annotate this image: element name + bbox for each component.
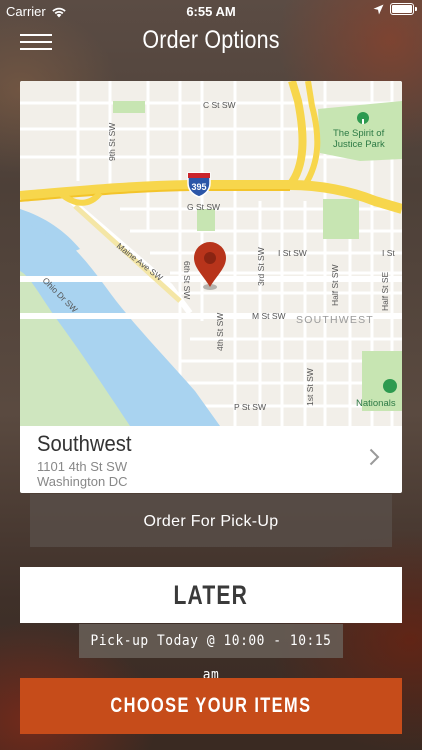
location-card: 395 C St SW G St SW I St SW I St M St SW…	[20, 81, 402, 493]
location-name: Southwest	[37, 431, 132, 456]
map-shield-label: 395	[191, 182, 206, 192]
map-label-half: Half St SW	[330, 264, 340, 306]
status-time: 6:55 AM	[186, 4, 236, 19]
location-address-line1: 1101 4th St SW	[37, 459, 128, 474]
map-label-4th: 4th St SW	[215, 313, 225, 351]
map-label-park: The Spirit of	[333, 128, 385, 139]
battery-icon	[390, 3, 417, 15]
map-label-m-st: M St SW	[252, 311, 286, 321]
nav-bar: Order Options	[0, 22, 422, 62]
map-label-c-st: C St SW	[203, 100, 236, 110]
battery-fill	[392, 5, 412, 13]
chevron-right-icon	[369, 448, 380, 466]
status-bar: Carrier 6:55 AM	[0, 0, 422, 22]
location-address-line2: Washington DC	[37, 474, 128, 489]
map-label-half-se: Half St SE	[380, 271, 390, 311]
map-label-neighborhood: SOUTHWEST	[296, 314, 374, 326]
map-label-i-st-2: I St	[382, 248, 395, 258]
pickup-time-label: Pick-up Today @ 10:00 - 10:15 am	[79, 624, 343, 683]
status-right	[373, 3, 417, 15]
map-label-1st: 1st St SW	[305, 368, 315, 406]
location-info[interactable]: Southwest 1101 4th St SW Washington DC	[20, 426, 402, 493]
map-label-9th: 9th St SW	[107, 123, 117, 161]
choose-your-items-button[interactable]: CHOOSE YOUR ITEMS	[20, 678, 402, 734]
map-label-g-st: G St SW	[187, 202, 220, 212]
map-label-i-st: I St SW	[278, 248, 307, 258]
map-label-3rd: 3rd St SW	[256, 247, 266, 286]
later-button-label: LATER	[173, 580, 249, 610]
choose-button-label: CHOOSE YOUR ITEMS	[110, 694, 312, 717]
location-map[interactable]: 395 C St SW G St SW I St SW I St M St SW…	[20, 81, 402, 426]
location-arrow-icon	[373, 4, 384, 14]
map-label-p-st: P St SW	[234, 402, 266, 412]
map-label-nationals: Nationals	[356, 398, 396, 409]
order-for-pickup-button[interactable]: Order For Pick-Up	[30, 494, 392, 547]
map-label-park-2: Justice Park	[333, 139, 385, 150]
page-title: Order Options	[142, 26, 280, 54]
later-button[interactable]: LATER	[20, 567, 402, 623]
map-label-6th: 6th St SW	[182, 261, 192, 299]
